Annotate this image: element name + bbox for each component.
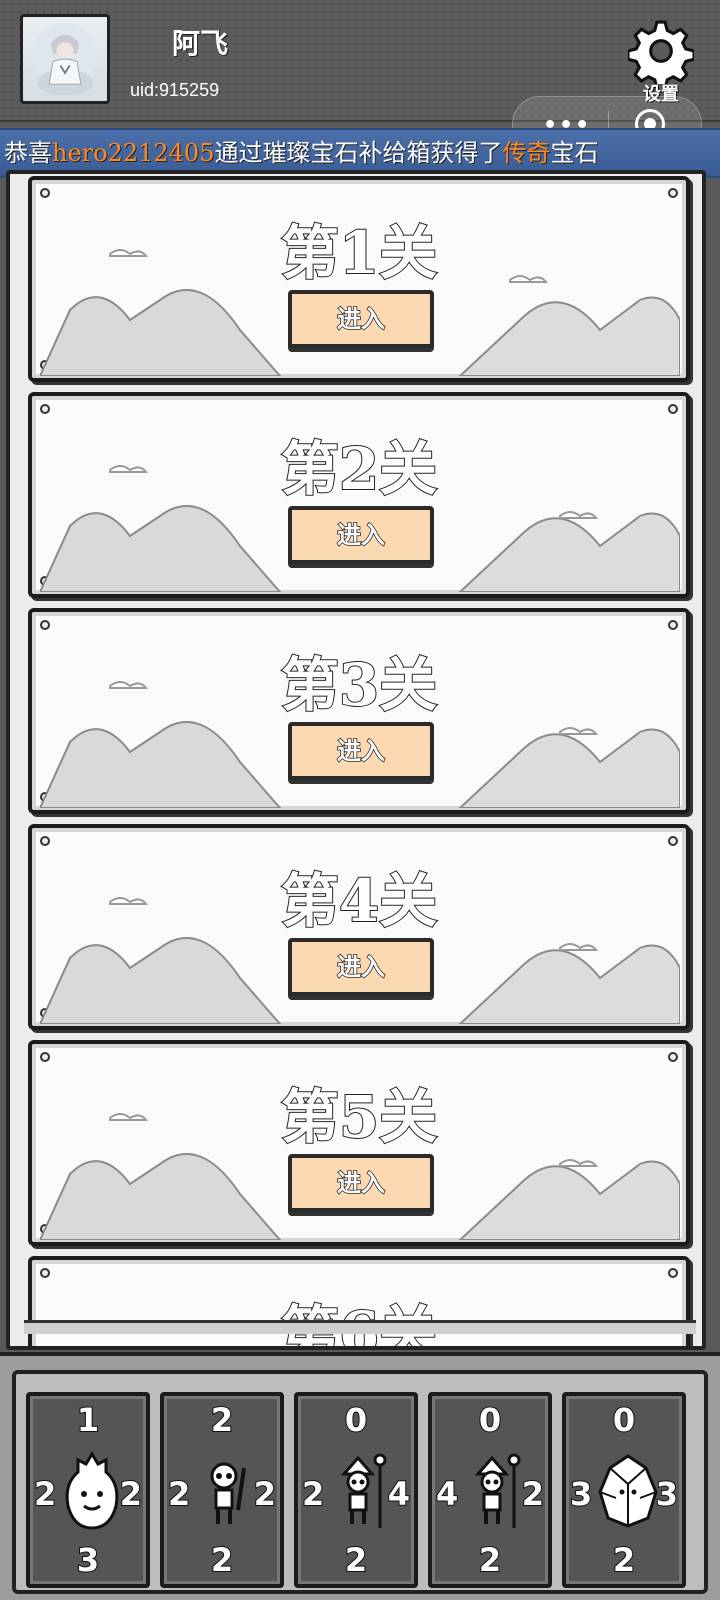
rivet xyxy=(668,1268,678,1278)
card-stat-bottom: 2 xyxy=(478,1541,502,1579)
enter-level-button[interactable]: 进入 xyxy=(288,938,434,996)
unit-card[interactable]: 0 3 3 2 xyxy=(562,1392,686,1588)
rivet xyxy=(40,620,50,630)
card-stat-left: 2 xyxy=(301,1475,325,1513)
unit-card[interactable]: 0 4 2 2 xyxy=(428,1392,552,1588)
enter-level-button[interactable]: 进入 xyxy=(288,1154,434,1212)
level-title: 第3关 xyxy=(280,650,438,720)
level-card-6: 第6关 进入 xyxy=(28,1256,690,1346)
marquee-middle: 通过璀璨宝石补给箱获得了 xyxy=(214,139,503,167)
top-header: 阿飞 uid:915259 设置 ••• xyxy=(0,0,720,152)
card-stat-top: 0 xyxy=(344,1401,368,1439)
enter-level-button[interactable]: 进入 xyxy=(288,506,434,564)
level-title: 第4关 xyxy=(280,866,438,936)
rivet xyxy=(40,1052,50,1062)
player-name: 阿飞 xyxy=(172,27,229,60)
unit-card[interactable]: 1 2 2 3 xyxy=(26,1392,150,1588)
rivet xyxy=(40,836,50,846)
list-bottom-edge xyxy=(24,1320,696,1334)
avatar-figure-icon xyxy=(33,22,97,96)
level-title: 第5关 xyxy=(280,1082,438,1152)
rivet xyxy=(668,620,678,630)
card-stat-left: 2 xyxy=(167,1475,191,1513)
egg-creature-icon xyxy=(65,1451,119,1530)
skeleton-swordsman-icon xyxy=(210,1462,246,1524)
level-card-3: 第3关 进入 xyxy=(28,608,690,814)
card-stat-left: 3 xyxy=(569,1475,593,1513)
marquee-player: hero2212405 xyxy=(52,139,215,167)
card-stat-bottom: 3 xyxy=(76,1541,100,1579)
card-stat-bottom: 2 xyxy=(210,1541,234,1579)
card-stat-left: 2 xyxy=(33,1475,57,1513)
marquee-prefix: 恭喜 xyxy=(4,139,52,167)
level-card-1: 第1关 进入 xyxy=(28,176,690,382)
rivet xyxy=(668,1052,678,1062)
card-hand-frame: 1 2 2 3 2 2 2 2 0 2 4 2 0 4 2 2 0 3 3 2 xyxy=(12,1370,708,1594)
rivet xyxy=(668,404,678,414)
card-hand-bar: 1 2 2 3 2 2 2 2 0 2 4 2 0 4 2 2 0 3 3 2 xyxy=(0,1352,720,1600)
level-card-4: 第4关 进入 xyxy=(28,824,690,1030)
card-stat-top: 0 xyxy=(612,1401,636,1439)
level-list[interactable]: 第1关 进入 第2关 进入 第3关 进入 第4关 进入 第5关 进入 xyxy=(6,170,706,1350)
marquee-rarity: 传奇 xyxy=(502,139,551,167)
settings-button[interactable]: 设置 xyxy=(626,18,696,108)
avatar[interactable] xyxy=(20,14,110,104)
card-stat-bottom: 2 xyxy=(612,1541,636,1579)
enter-level-button[interactable]: 进入 xyxy=(288,722,434,780)
player-uid: uid:915259 xyxy=(130,80,220,100)
level-title: 第6关 xyxy=(32,1286,686,1346)
card-stat-top: 1 xyxy=(76,1401,100,1439)
skeleton-mage-icon xyxy=(474,1453,521,1528)
rivet xyxy=(40,188,50,198)
level-title: 第1关 xyxy=(280,218,438,288)
enter-level-button[interactable]: 进入 xyxy=(288,290,434,348)
rivet xyxy=(668,836,678,846)
card-stat-top: 2 xyxy=(210,1401,234,1439)
unit-card[interactable]: 0 2 4 2 xyxy=(294,1392,418,1588)
level-title: 第2关 xyxy=(280,434,438,504)
unit-card[interactable]: 2 2 2 2 xyxy=(160,1392,284,1588)
gear-icon xyxy=(628,20,694,84)
card-stat-left: 4 xyxy=(435,1475,459,1513)
skeleton-mage-icon xyxy=(340,1453,387,1528)
level-card-5: 第5关 进入 xyxy=(28,1040,690,1246)
level-card-2: 第2关 进入 xyxy=(28,392,690,598)
card-stat-top: 0 xyxy=(478,1401,502,1439)
rock-golem-icon xyxy=(598,1454,658,1528)
rivet xyxy=(668,188,678,198)
rivet xyxy=(40,1268,50,1278)
marquee-suffix: 宝石 xyxy=(550,139,599,167)
card-stat-bottom: 2 xyxy=(344,1541,368,1579)
rivet xyxy=(40,404,50,414)
